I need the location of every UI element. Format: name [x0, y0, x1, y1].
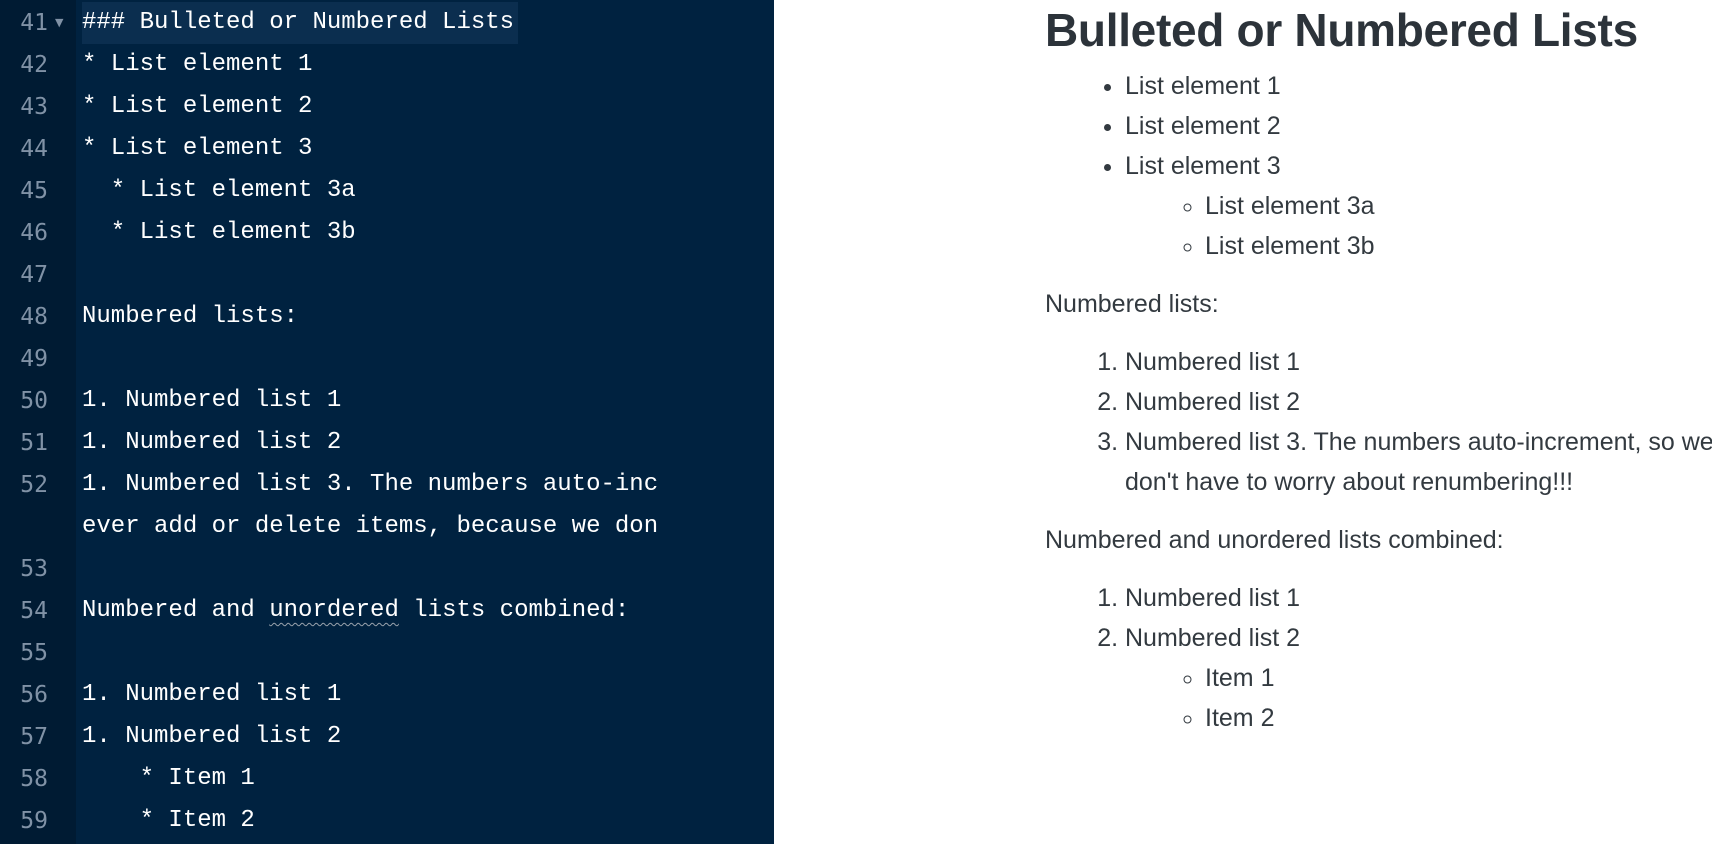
list-item: Numbered list 1: [1125, 578, 1712, 618]
editor-line[interactable]: 47: [0, 254, 774, 296]
line-number: 54: [20, 598, 48, 624]
line-text: * List element 1: [82, 51, 313, 78]
list-item-text: List element 3: [1125, 152, 1281, 180]
editor-line[interactable]: 46 * List element 3b: [0, 212, 774, 254]
line-text: * Item 1: [82, 765, 255, 792]
line-number: 45: [20, 178, 48, 204]
line-text: 1. Numbered list 1: [82, 387, 342, 414]
editor-line[interactable]: 51 1. Numbered list 2: [0, 422, 774, 464]
line-text: 1. Numbered list 1: [82, 681, 342, 708]
preview-heading: Bulleted or Numbered Lists: [1045, 4, 1638, 56]
list-item: List element 2: [1125, 106, 1712, 146]
list-item: Numbered list 1: [1125, 342, 1712, 382]
line-number: 52: [20, 472, 48, 498]
line-text-after: lists combined:: [398, 597, 630, 624]
line-number: 43: [20, 94, 48, 120]
line-text: Numbered and unordered lists combined:: [82, 590, 633, 632]
source-editor[interactable]: 41 ▼ ### Bulleted or Numbered Lists 42 *…: [0, 0, 774, 844]
list-item: Numbered list 3. The numbers auto-increm…: [1125, 422, 1712, 502]
editor-line[interactable]: 45 * List element 3a: [0, 170, 774, 212]
line-number: 46: [20, 220, 48, 246]
list-item: Numbered list 2 Item 1 Item 2: [1125, 618, 1712, 738]
line-number: 56: [20, 682, 48, 708]
paragraph: Numbered lists:: [1045, 290, 1219, 318]
list-item: List element 3a: [1205, 186, 1712, 226]
nested-bullet-list: Item 1 Item 2: [1125, 658, 1712, 738]
line-number: 50: [20, 388, 48, 414]
numbered-list: Numbered list 1 Numbered list 2 Numbered…: [1045, 342, 1712, 502]
line-text: ### Bulleted or Numbered Lists: [82, 2, 519, 44]
list-item: Item 2: [1205, 698, 1712, 738]
list-item-text: Numbered list 2: [1125, 624, 1301, 652]
line-text: Numbered lists:: [82, 303, 299, 330]
editor-line[interactable]: 48 Numbered lists:: [0, 296, 774, 338]
list-item: List element 1: [1125, 66, 1712, 106]
editor-line[interactable]: 57 1. Numbered list 2: [0, 716, 774, 758]
line-text: * Item 2: [82, 807, 255, 834]
editor-line[interactable]: 52 1. Numbered list 3. The numbers auto-…: [0, 464, 774, 506]
line-number: 44: [20, 136, 48, 162]
line-text: * List element 3: [82, 135, 313, 162]
list-item: List element 3b: [1205, 226, 1712, 266]
editor-line[interactable]: 50 1. Numbered list 1: [0, 380, 774, 422]
editor-line[interactable]: 59 * Item 2: [0, 800, 774, 842]
line-text: 1. Numbered list 3. The numbers auto-inc: [82, 471, 659, 498]
bullet-list: List element 1 List element 2 List eleme…: [1045, 66, 1712, 266]
line-number: 53: [20, 556, 48, 582]
line-text: * List element 3a: [82, 177, 356, 204]
line-number: 42: [20, 52, 48, 78]
line-number: 49: [20, 346, 48, 372]
line-text-before: Numbered and: [82, 597, 270, 624]
code-lines: 41 ▼ ### Bulleted or Numbered Lists 42 *…: [0, 2, 774, 842]
preview-content: Bulleted or Numbered Lists List element …: [1045, 0, 1712, 738]
editor-line[interactable]: 42 * List element 1: [0, 44, 774, 86]
paragraph: Numbered and unordered lists combined:: [1045, 526, 1504, 554]
markdown-editor-app: 41 ▼ ### Bulleted or Numbered Lists 42 *…: [0, 0, 1712, 844]
line-text: ever add or delete items, because we don: [82, 513, 659, 540]
editor-line[interactable]: 54 Numbered and unordered lists combined…: [0, 590, 774, 632]
line-number: 48: [20, 304, 48, 330]
line-number: 41: [20, 10, 48, 36]
rendered-preview: Bulleted or Numbered Lists List element …: [774, 0, 1712, 844]
editor-line[interactable]: 53: [0, 548, 774, 590]
editor-line[interactable]: 43 * List element 2: [0, 86, 774, 128]
line-text: * List element 2: [82, 93, 313, 120]
nested-bullet-list: List element 3a List element 3b: [1125, 186, 1712, 266]
list-item: Item 1: [1205, 658, 1712, 698]
line-text: * List element 3b: [82, 219, 356, 246]
editor-line-wrapped[interactable]: ever add or delete items, because we don: [0, 506, 774, 548]
line-number: 55: [20, 640, 48, 666]
editor-line[interactable]: 58 * Item 1: [0, 758, 774, 800]
editor-line[interactable]: 56 1. Numbered list 1: [0, 674, 774, 716]
editor-line[interactable]: 41 ▼ ### Bulleted or Numbered Lists: [0, 2, 774, 44]
list-item: List element 3 List element 3a List elem…: [1125, 146, 1712, 266]
line-number: 51: [20, 430, 48, 456]
combined-numbered-list: Numbered list 1 Numbered list 2 Item 1 I…: [1045, 578, 1712, 738]
editor-line[interactable]: 44 * List element 3: [0, 128, 774, 170]
line-number: 59: [20, 808, 48, 834]
line-number: 57: [20, 724, 48, 750]
fold-arrow-icon[interactable]: ▼: [55, 2, 63, 44]
line-text: 1. Numbered list 2: [82, 723, 342, 750]
line-number: 47: [20, 262, 48, 288]
editor-line[interactable]: 49: [0, 338, 774, 380]
spellcheck-word[interactable]: unordered: [269, 597, 399, 624]
line-number: 58: [20, 766, 48, 792]
list-item: Numbered list 2: [1125, 382, 1712, 422]
line-text: 1. Numbered list 2: [82, 429, 342, 456]
editor-line[interactable]: 55: [0, 632, 774, 674]
